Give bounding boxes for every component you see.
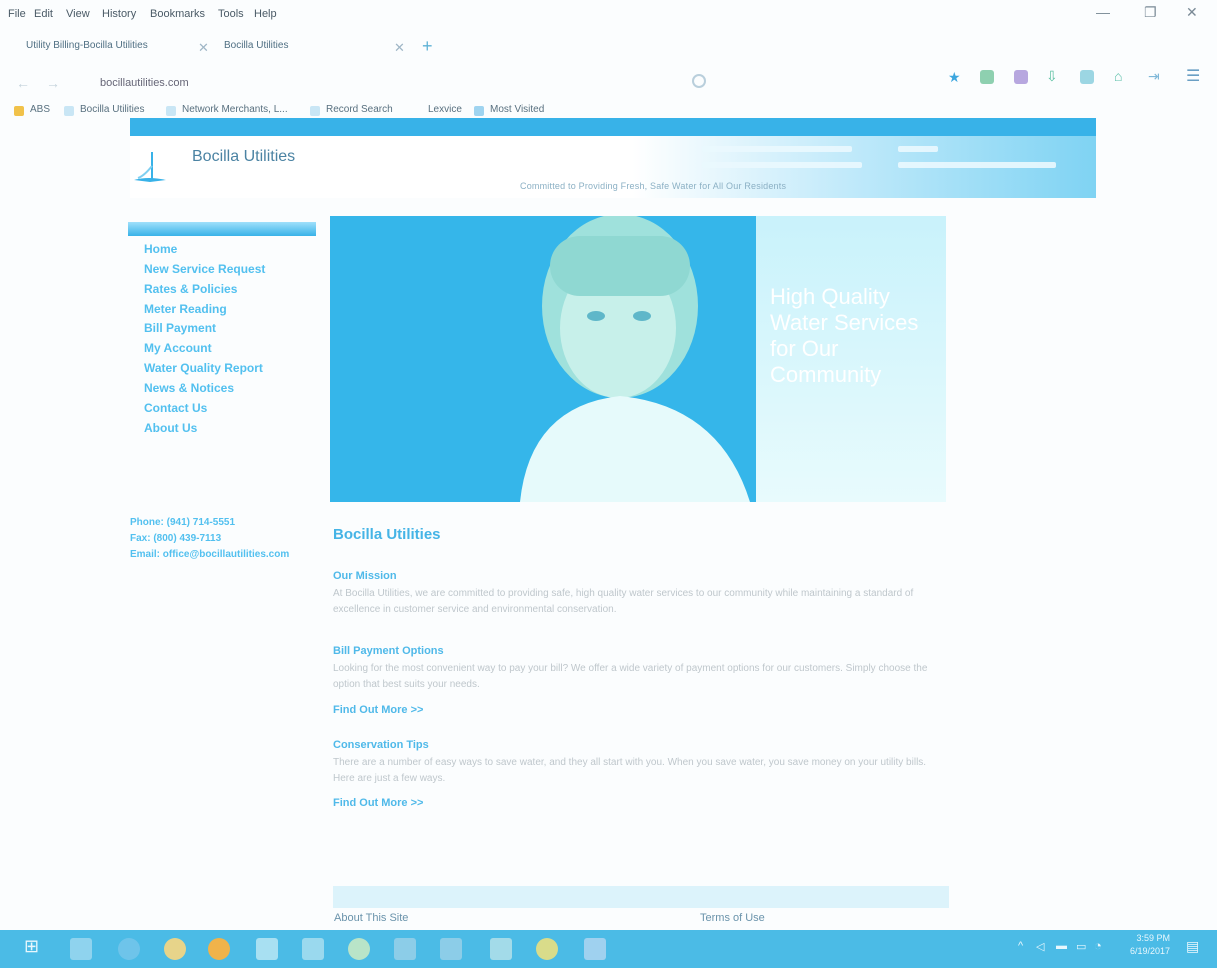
header-top-stripe [130,118,1096,136]
battery-icon[interactable]: ▭ [1076,940,1086,953]
bookmark-page-icon [166,106,176,116]
bookmark-most-visited[interactable]: Most Visited [490,104,544,115]
chrome-browser-icon[interactable] [536,938,558,960]
hero-headline: High Quality Water Services for Our Comm… [770,284,919,387]
menu-edit[interactable]: Edit [34,8,53,20]
header-info-line [898,146,938,152]
bookmark-page-icon [64,106,74,116]
nav-home[interactable]: Home [144,242,177,256]
section-body-bill-payment: Looking for the most convenient way to p… [333,663,928,690]
nav-new-service-request[interactable]: New Service Request [144,262,265,276]
sync-icon[interactable]: ⇥ [1148,68,1160,85]
bill-payment-find-more-link[interactable]: Find Out More >> [333,704,423,716]
nav-news-notices[interactable]: News & Notices [144,381,234,395]
nav-water-quality-report[interactable]: Water Quality Report [144,361,263,375]
tray-chevron-icon[interactable]: ^ [1018,940,1023,952]
most-visited-icon [474,106,484,116]
task-view-icon[interactable] [70,938,92,960]
new-tab-icon[interactable]: + [422,36,433,57]
close-icon[interactable]: ✕ [1186,4,1198,21]
bookmark-lexvice[interactable]: Lexvice [428,104,462,115]
pocket-icon[interactable] [1014,70,1028,84]
taskbar-date[interactable]: 6/19/2017 [1118,946,1170,956]
app-icon[interactable] [348,938,370,960]
header-info-line [898,162,1056,168]
tab-bocilla-utilities[interactable]: Bocilla Utilities [224,40,288,62]
notification-center-icon[interactable]: ▤ [1186,938,1199,955]
app-icon[interactable] [490,938,512,960]
menu-view[interactable]: View [66,8,90,20]
volume-icon[interactable]: ◁ [1036,940,1044,953]
bookmark-star-icon[interactable]: ★ [948,69,961,86]
search-icon [692,74,706,88]
print-icon[interactable] [1080,70,1094,84]
nav-bill-payment[interactable]: Bill Payment [144,321,216,335]
bookmark-page-icon [310,106,320,116]
hero-child-photo [520,216,750,502]
menu-bar: File Edit View History Bookmarks Tools H… [0,0,1217,30]
outlook-icon[interactable] [440,938,462,960]
download-icon[interactable]: ⇩ [1046,68,1058,85]
nav-meter-reading[interactable]: Meter Reading [144,302,227,316]
restore-icon[interactable]: ❐ [1144,4,1157,21]
forward-icon[interactable]: → [46,75,60,91]
photos-app-icon[interactable] [302,938,324,960]
search-box[interactable] [690,71,930,91]
back-icon[interactable]: ← [16,75,30,91]
footer-about-link[interactable]: About This Site [334,912,408,924]
menu-tools[interactable]: Tools [218,8,244,20]
nav-rates-policies[interactable]: Rates & Policies [144,282,237,296]
contact-phone: Phone: (941) 714-5551 [130,517,236,528]
wifi-icon[interactable]: ◔ [1094,938,1102,953]
section-heading-bill-payment: Bill Payment Options [333,645,444,657]
nav-my-account[interactable]: My Account [144,341,212,355]
section-heading-mission: Our Mission [333,570,397,582]
hamburger-menu-icon[interactable]: ☰ [1186,66,1200,86]
menu-bookmarks[interactable]: Bookmarks [150,8,205,20]
chrome-browser-icon[interactable] [164,938,186,960]
site-logo-icon[interactable] [130,146,170,186]
section-body-mission: At Bocilla Utilities, we are committed t… [333,588,914,615]
nav-contact-us[interactable]: Contact Us [144,401,207,415]
bookmark-folder-icon [14,106,24,116]
site-tagline: Committed to Providing Fresh, Safe Water… [520,181,787,191]
minimize-icon[interactable]: — [1096,4,1110,20]
header-info-line [702,162,862,168]
outlook-icon[interactable] [394,938,416,960]
contact-email[interactable]: Email: office@bocillautilities.com [130,549,289,560]
section-body-conservation: There are a number of easy ways to save … [333,757,927,784]
contact-fax: Fax: (800) 439-7113 [130,533,222,544]
tab-close-icon[interactable]: ✕ [394,40,405,56]
reading-list-icon[interactable] [980,70,994,84]
file-explorer-icon[interactable] [256,938,278,960]
footer-terms-link[interactable]: Terms of Use [700,912,765,924]
url-bar[interactable]: bocillautilities.com [100,77,189,89]
bookmark-network-merchants[interactable]: Network Merchants, L... [182,104,288,115]
windows-start-icon[interactable]: ⊞ [24,936,39,957]
menu-history[interactable]: History [102,8,136,20]
conservation-find-more-link[interactable]: Find Out More >> [333,797,423,809]
site-title[interactable]: Bocilla Utilities [192,148,295,166]
nav-about-us[interactable]: About Us [144,421,197,435]
network-icon[interactable]: ▬ [1056,940,1067,952]
tab-utility-billing[interactable]: Utility Billing-Bocilla Utilities [26,40,148,62]
bookmark-bocilla[interactable]: Bocilla Utilities [80,104,144,115]
content-title: Bocilla Utilities [333,526,441,543]
word-icon[interactable] [584,938,606,960]
sidebar-header-stripe [128,222,316,236]
footer-stripe [333,886,949,908]
taskbar-time[interactable]: 3:59 PM [1118,933,1170,943]
section-heading-conservation: Conservation Tips [333,739,429,751]
bookmark-abs[interactable]: ABS [30,104,50,115]
menu-help[interactable]: Help [254,8,277,20]
bookmark-record-search[interactable]: Record Search [326,104,393,115]
home-icon[interactable]: ⌂ [1114,68,1122,84]
tab-close-icon[interactable]: ✕ [198,40,209,56]
menu-file[interactable]: File [8,8,26,20]
hero-banner: High Quality Water Services for Our Comm… [330,216,946,502]
firefox-browser-icon[interactable] [208,938,230,960]
edge-browser-icon[interactable] [118,938,140,960]
header-info-line [702,146,852,152]
